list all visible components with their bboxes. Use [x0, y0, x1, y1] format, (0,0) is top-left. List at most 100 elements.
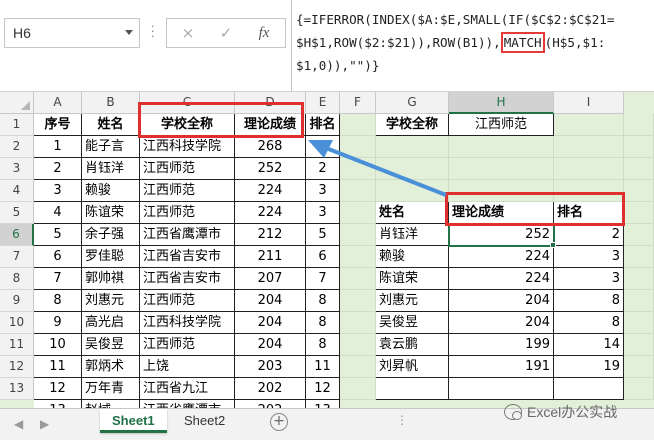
row-header-13[interactable]: 13	[0, 378, 34, 400]
add-sheet-icon[interactable]: +	[270, 413, 288, 431]
tab-sheet1[interactable]: Sheet1	[100, 409, 167, 433]
tab-sheet2[interactable]: Sheet2	[172, 409, 237, 433]
left-table-cell[interactable]: 8	[306, 334, 340, 356]
grid-cell[interactable]	[624, 246, 654, 268]
worksheet-grid[interactable]: A B C D E F G H I 1 2 3 4 5 6 7 8 9 10 11 12 13 序号 姓名 学校全称 理论成绩 排名…	[0, 92, 654, 408]
column-header-i[interactable]: I	[554, 92, 624, 114]
right-table-cell[interactable]: 肖钰洋	[376, 224, 449, 246]
left-table-cell[interactable]: 6	[306, 246, 340, 268]
grid-cell[interactable]	[624, 114, 654, 136]
row-header-7[interactable]: 7	[0, 246, 34, 268]
row-header-10[interactable]: 10	[0, 312, 34, 334]
left-table-cell[interactable]: 6	[34, 246, 82, 268]
left-table-cell[interactable]: 207	[235, 268, 306, 290]
left-table-cell[interactable]: 江西师范	[140, 202, 235, 224]
grid-cell[interactable]	[340, 114, 376, 136]
left-table-cell[interactable]: 江西师范	[140, 180, 235, 202]
left-table-cell[interactable]: 211	[235, 246, 306, 268]
left-table-cell[interactable]: 1	[34, 136, 82, 158]
grid-cell[interactable]	[376, 158, 449, 180]
right-table-cell[interactable]: 14	[554, 334, 624, 356]
grid-cell[interactable]	[624, 202, 654, 224]
left-table-cell[interactable]: 224	[235, 202, 306, 224]
left-table-cell[interactable]: 郭帅祺	[82, 268, 140, 290]
left-table-cell[interactable]: 江西科技学院	[140, 312, 235, 334]
left-table-header[interactable]: 序号	[34, 114, 82, 136]
grid-cell[interactable]	[340, 158, 376, 180]
grid-cell[interactable]	[624, 224, 654, 246]
left-table-cell[interactable]: 江西省鹰潭市	[140, 400, 235, 408]
right-table-cell[interactable]: 8	[554, 290, 624, 312]
grid-cell[interactable]	[624, 356, 654, 378]
right-table-cell[interactable]: 2	[554, 224, 624, 246]
tab-next-icon[interactable]: ▶	[40, 417, 49, 431]
right-table-cell[interactable]: 8	[554, 312, 624, 334]
column-header-f[interactable]: F	[340, 92, 376, 114]
left-table-cell[interactable]: 余子强	[82, 224, 140, 246]
right-table-cell[interactable]: 204	[449, 290, 554, 312]
right-table-cell[interactable]: 204	[449, 312, 554, 334]
grid-cell[interactable]	[624, 158, 654, 180]
left-table-cell[interactable]: 江西师范	[140, 158, 235, 180]
right-table-cell[interactable]: 刘昇帆	[376, 356, 449, 378]
grid-cell[interactable]	[554, 158, 624, 180]
grid-cell[interactable]	[376, 136, 449, 158]
left-table-cell[interactable]: 252	[235, 158, 306, 180]
grid-cell[interactable]	[340, 334, 376, 356]
select-all-corner[interactable]	[0, 92, 34, 114]
left-table-cell[interactable]: 陈谊荣	[82, 202, 140, 224]
left-table-cell[interactable]: 3	[306, 202, 340, 224]
tab-prev-icon[interactable]: ◀	[14, 417, 23, 431]
left-table-cell[interactable]: 江西省吉安市	[140, 246, 235, 268]
left-table-cell[interactable]: 11	[34, 356, 82, 378]
left-table-cell[interactable]: 万年青	[82, 378, 140, 400]
grid-cell[interactable]	[449, 158, 554, 180]
left-table-cell[interactable]: 刘惠元	[82, 290, 140, 312]
left-table-cell[interactable]: 罗佳聪	[82, 246, 140, 268]
chevron-down-icon[interactable]	[125, 30, 133, 35]
right-table-cell[interactable]	[554, 378, 624, 400]
right-table-cell[interactable]	[376, 378, 449, 400]
left-table-header[interactable]: 排名	[306, 114, 340, 136]
row-header-11[interactable]: 11	[0, 334, 34, 356]
lookup-value-cell[interactable]: 江西师范	[449, 114, 554, 136]
column-header-g[interactable]: G	[376, 92, 449, 114]
left-table-cell[interactable]: 高光启	[82, 312, 140, 334]
grid-cell[interactable]	[554, 114, 624, 136]
left-table-cell[interactable]: 204	[235, 312, 306, 334]
left-table-cell[interactable]: 2	[306, 158, 340, 180]
left-table-cell[interactable]: 3	[306, 180, 340, 202]
row-header-9[interactable]: 9	[0, 290, 34, 312]
right-table-cell[interactable]: 吴俊昱	[376, 312, 449, 334]
left-table-cell[interactable]: 7	[34, 268, 82, 290]
left-table-cell[interactable]: 2	[34, 158, 82, 180]
grid-cell[interactable]	[624, 136, 654, 158]
left-table-cell[interactable]: 268	[235, 136, 306, 158]
grid-cell[interactable]	[376, 180, 449, 202]
grid-cell[interactable]	[340, 312, 376, 334]
left-table-cell[interactable]: 9	[34, 312, 82, 334]
left-table-cell[interactable]: 202	[235, 378, 306, 400]
left-table-cell[interactable]: 8	[306, 312, 340, 334]
lookup-label-cell[interactable]: 学校全称	[376, 114, 449, 136]
right-table-header[interactable]: 理论成绩	[449, 202, 554, 224]
left-table-cell[interactable]: 5	[306, 224, 340, 246]
left-table-cell[interactable]: 202	[235, 400, 306, 408]
left-table-cell[interactable]: 204	[235, 334, 306, 356]
name-box[interactable]: H6	[4, 18, 140, 48]
column-header-d[interactable]: D	[235, 92, 306, 114]
left-table-cell[interactable]	[306, 136, 340, 158]
grid-cell[interactable]	[340, 224, 376, 246]
column-header-a[interactable]: A	[34, 92, 82, 114]
column-header-e[interactable]: E	[306, 92, 340, 114]
left-table-header[interactable]: 学校全称	[140, 114, 235, 136]
grid-cell[interactable]	[340, 136, 376, 158]
right-table-cell[interactable]: 陈谊荣	[376, 268, 449, 290]
right-table-cell[interactable]: 3	[554, 246, 624, 268]
grid-cell[interactable]	[624, 334, 654, 356]
right-table-cell[interactable]: 刘惠元	[376, 290, 449, 312]
right-table-cell[interactable]	[449, 378, 554, 400]
left-table-cell[interactable]: 7	[306, 268, 340, 290]
left-table-cell[interactable]: 5	[34, 224, 82, 246]
row-header-2[interactable]: 2	[0, 136, 34, 158]
